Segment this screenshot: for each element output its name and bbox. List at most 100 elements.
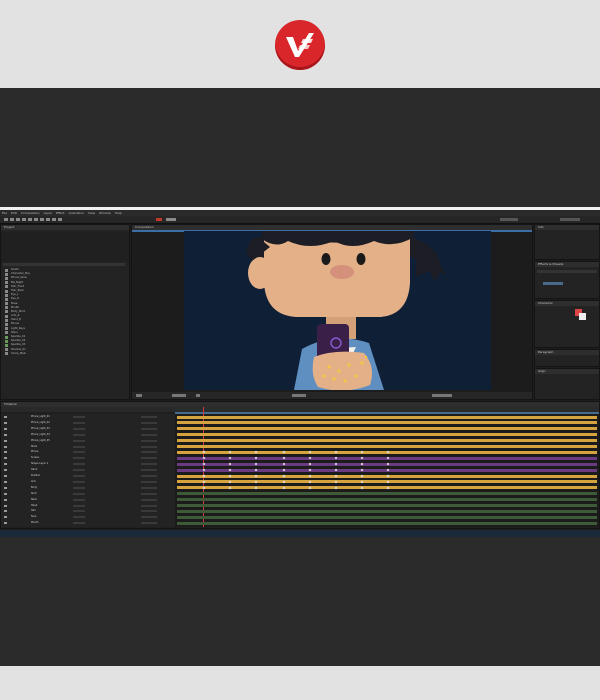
parent-dropdown[interactable] <box>141 421 157 424</box>
blend-mode-dropdown[interactable] <box>73 522 85 525</box>
table-row[interactable]: Phone_Light_01 <box>1 415 599 419</box>
blend-mode-dropdown[interactable] <box>73 439 85 442</box>
visibility-eye-icon[interactable] <box>4 451 7 454</box>
stroke-color-swatch[interactable] <box>579 313 586 320</box>
blend-mode-dropdown[interactable] <box>73 451 85 454</box>
type-tool-icon[interactable] <box>52 218 56 221</box>
visibility-eye-icon[interactable] <box>4 516 7 519</box>
paragraph-panel-title[interactable]: Paragraph <box>535 350 599 355</box>
layer-duration-bar[interactable] <box>177 415 597 419</box>
timecode-field[interactable] <box>172 394 186 397</box>
table-row[interactable]: Hair <box>1 509 599 513</box>
table-row[interactable]: Hand <box>1 468 599 472</box>
layer-duration-bar[interactable] <box>177 433 597 437</box>
visibility-eye-icon[interactable] <box>4 427 7 430</box>
layer-duration-bar[interactable] <box>177 492 597 496</box>
table-row[interactable]: Head <box>1 504 599 508</box>
blend-mode-dropdown[interactable] <box>73 498 85 501</box>
visibility-eye-icon[interactable] <box>4 475 7 477</box>
table-row[interactable]: Phone_Light_03 <box>1 427 599 431</box>
effects-search-input[interactable] <box>537 270 597 273</box>
table-row[interactable]: Face <box>1 515 599 519</box>
parent-dropdown[interactable] <box>141 463 157 466</box>
visibility-eye-icon[interactable] <box>4 469 7 472</box>
visibility-eye-icon[interactable] <box>4 463 7 466</box>
visibility-eye-icon[interactable] <box>4 492 7 495</box>
search-help-icon[interactable] <box>560 218 580 221</box>
table-row[interactable]: Shape Layer 1 <box>1 462 599 466</box>
visibility-eye-icon[interactable] <box>4 498 7 501</box>
shape-tool-icon[interactable] <box>40 218 44 221</box>
table-row[interactable]: Neck <box>1 498 599 502</box>
camera-tool-icon[interactable] <box>28 218 32 221</box>
blend-mode-dropdown[interactable] <box>73 463 85 466</box>
parent-dropdown[interactable] <box>141 522 157 525</box>
blend-mode-dropdown[interactable] <box>73 469 85 472</box>
hand-tool-icon[interactable] <box>10 218 14 221</box>
visibility-eye-icon[interactable] <box>4 433 7 436</box>
composition-viewer[interactable] <box>184 231 491 390</box>
resolution-dropdown[interactable] <box>292 394 306 397</box>
blend-mode-dropdown[interactable] <box>73 492 85 495</box>
layer-duration-bar[interactable] <box>177 504 597 507</box>
parent-dropdown[interactable] <box>141 439 157 442</box>
pen-tool-icon[interactable] <box>46 218 50 221</box>
layer-duration-bar[interactable] <box>177 421 597 425</box>
selection-tool-icon[interactable] <box>4 218 8 221</box>
table-row[interactable]: Phone_Light_05 <box>1 439 599 443</box>
table-row[interactable]: Stars <box>1 445 599 449</box>
fill-swatch-icon[interactable] <box>166 218 176 221</box>
character-panel-title[interactable]: Character <box>535 301 599 306</box>
table-row[interactable]: Arm <box>1 480 599 484</box>
effects-presets-title[interactable]: Effects & Presets <box>535 262 599 267</box>
parent-dropdown[interactable] <box>141 416 157 418</box>
visibility-eye-icon[interactable] <box>4 510 7 513</box>
parent-dropdown[interactable] <box>141 427 157 430</box>
parent-dropdown[interactable] <box>141 498 157 501</box>
parent-dropdown[interactable] <box>141 486 157 489</box>
rotate-tool-icon[interactable] <box>22 218 26 221</box>
snapshot-icon[interactable] <box>196 394 200 397</box>
table-row[interactable]: Phone <box>1 450 599 454</box>
pan-tool-icon[interactable] <box>34 218 38 221</box>
camera-view-dropdown[interactable] <box>432 394 452 397</box>
table-row[interactable]: Phone_Light_02 <box>1 421 599 425</box>
blend-mode-dropdown[interactable] <box>73 504 85 507</box>
parent-dropdown[interactable] <box>141 492 157 495</box>
table-row[interactable]: Mouth <box>1 521 599 525</box>
layer-duration-bar[interactable] <box>177 521 597 525</box>
zoom-tool-icon[interactable] <box>16 218 20 221</box>
visibility-eye-icon[interactable] <box>4 486 7 489</box>
project-panel-title[interactable]: Project <box>1 225 129 230</box>
blend-mode-dropdown[interactable] <box>73 427 85 430</box>
parent-dropdown[interactable] <box>141 457 157 460</box>
effect-item[interactable] <box>543 282 563 285</box>
parent-dropdown[interactable] <box>141 433 157 436</box>
parent-dropdown[interactable] <box>141 469 157 472</box>
visibility-eye-icon[interactable] <box>4 421 7 424</box>
parent-dropdown[interactable] <box>141 504 157 507</box>
blend-mode-dropdown[interactable] <box>73 433 85 436</box>
blend-mode-dropdown[interactable] <box>73 416 85 418</box>
parent-dropdown[interactable] <box>141 445 157 448</box>
table-row[interactable]: Phone_Light_04 <box>1 433 599 437</box>
visibility-eye-icon[interactable] <box>4 416 7 418</box>
project-search-input[interactable] <box>3 263 125 266</box>
info-panel-title[interactable]: Info <box>535 225 599 230</box>
table-row[interactable]: Body <box>1 486 599 490</box>
visibility-eye-icon[interactable] <box>4 439 7 442</box>
magnification-icon[interactable] <box>136 394 142 397</box>
layer-duration-bar[interactable] <box>177 445 597 448</box>
layer-duration-bar[interactable] <box>177 439 597 443</box>
brush-tool-icon[interactable] <box>58 218 62 221</box>
parent-dropdown[interactable] <box>141 516 157 519</box>
visibility-eye-icon[interactable] <box>4 480 7 483</box>
blend-mode-dropdown[interactable] <box>73 486 85 489</box>
align-panel-title[interactable]: Align <box>535 369 599 374</box>
blend-mode-dropdown[interactable] <box>73 510 85 513</box>
table-row[interactable]: Position <box>1 474 599 478</box>
table-row[interactable]: Shirt <box>1 492 599 496</box>
layer-duration-bar[interactable] <box>177 427 597 431</box>
blend-mode-dropdown[interactable] <box>73 480 85 483</box>
record-icon[interactable] <box>156 218 162 221</box>
